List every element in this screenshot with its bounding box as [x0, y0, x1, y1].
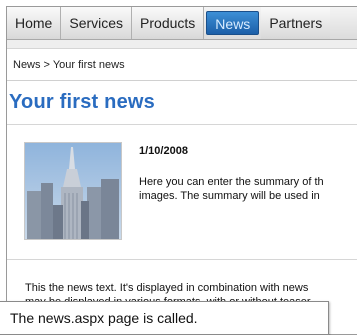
divider	[7, 80, 357, 81]
tab-partners[interactable]: Partners	[261, 7, 331, 39]
news-date: 1/10/2008	[139, 145, 188, 157]
news-image	[24, 142, 122, 240]
tab-products[interactable]: Products	[132, 7, 205, 39]
summary-line: Here you can enter the summary of th	[139, 176, 324, 188]
news-summary: Here you can enter the summary of th ima…	[139, 175, 324, 203]
tab-home[interactable]: Home	[7, 7, 62, 39]
top-navigation: Home Services Products News Partners	[7, 7, 357, 40]
sub-navigation-bar	[7, 40, 357, 49]
caption-callout: The news.aspx page is called.	[0, 301, 329, 335]
body-line: This the news text. It's displayed in co…	[25, 282, 309, 294]
browser-page: Home Services Products News Partners New…	[6, 6, 357, 335]
divider	[7, 124, 357, 125]
tab-news[interactable]: News	[206, 11, 260, 35]
page-title: Your first news	[9, 91, 155, 113]
breadcrumb: News > Your first news	[13, 59, 125, 71]
summary-line: images. The summary will be used in	[139, 190, 320, 202]
tab-services[interactable]: Services	[61, 7, 133, 39]
divider	[7, 259, 357, 260]
